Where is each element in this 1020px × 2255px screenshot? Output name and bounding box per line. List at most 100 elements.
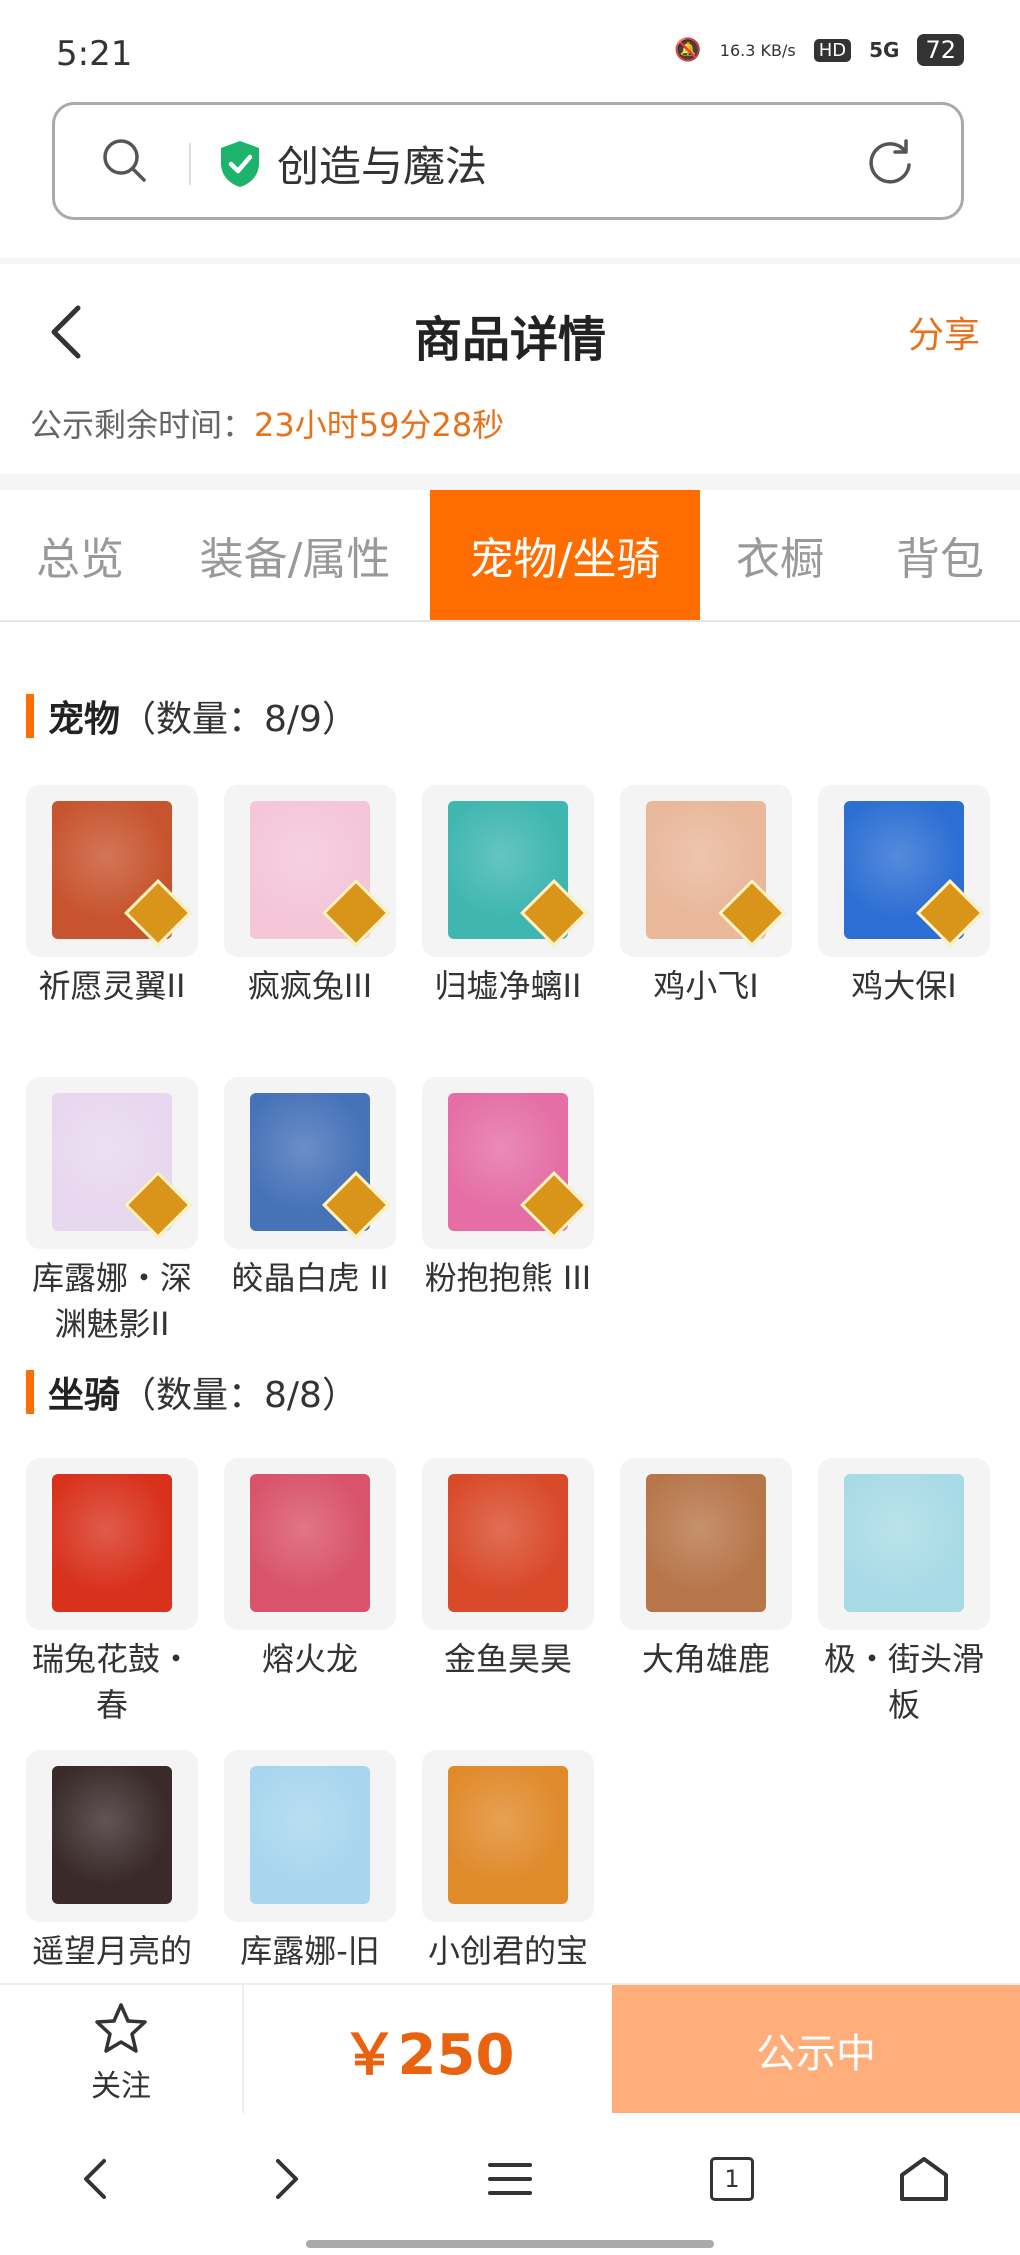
item-name: 疯疯兔III — [247, 967, 373, 1005]
item-thumbnail[interactable] — [818, 1458, 990, 1630]
section-heading: 坐骑 — [48, 1375, 121, 1416]
item-name: 小创君的宝 — [427, 1932, 588, 1970]
tab-bar: 总览 装备/属性 宠物/坐骑 衣橱 背包 — [0, 490, 1020, 622]
signal-label: 5G — [869, 38, 900, 62]
page-header: 商品详情 分享 公示剩余时间：23小时59分28秒 — [0, 264, 1020, 474]
tab-count: 1 — [710, 2157, 754, 2201]
list-item[interactable]: 大角雄鹿 — [620, 1458, 792, 1682]
list-item[interactable]: 小创君的宝 — [422, 1750, 594, 1974]
reload-icon[interactable] — [865, 137, 915, 187]
item-name: 祈愿灵翼II — [38, 967, 186, 1005]
list-item[interactable]: 瑞兔花鼓・春 — [26, 1458, 198, 1728]
tab-backpack[interactable]: 背包 — [860, 490, 1020, 620]
list-item[interactable]: 皎晶白虎 II — [224, 1077, 396, 1301]
item-thumbnail[interactable] — [224, 1458, 396, 1630]
list-item[interactable]: 金鱼昊昊 — [422, 1458, 594, 1682]
gesture-bar — [306, 2240, 714, 2248]
item-thumbnail[interactable] — [422, 785, 594, 957]
item-name: 大角雄鹿 — [641, 1640, 770, 1678]
battery-badge: 72 — [917, 34, 964, 66]
item-name: 归墟净螭II — [434, 967, 582, 1005]
hd-badge: HD — [813, 38, 852, 62]
item-thumbnail[interactable] — [620, 1458, 792, 1630]
item-name: 极・街头滑板 — [823, 1640, 984, 1724]
item-image — [448, 1766, 568, 1904]
page-title: 商品详情 — [413, 312, 606, 368]
back-icon[interactable] — [66, 2149, 126, 2209]
item-image — [52, 1766, 172, 1904]
star-icon — [95, 2003, 147, 2053]
item-thumbnail[interactable] — [26, 1750, 198, 1922]
item-image — [844, 1474, 964, 1612]
list-item[interactable]: 熔火龙 — [224, 1458, 396, 1682]
menu-icon[interactable] — [480, 2149, 540, 2209]
item-thumbnail[interactable] — [224, 1077, 396, 1249]
list-item[interactable]: 库露娜・深渊魅影II — [26, 1077, 198, 1347]
share-button[interactable]: 分享 — [908, 306, 980, 358]
item-name: 皎晶白虎 II — [231, 1259, 389, 1297]
item-image — [250, 1766, 370, 1904]
countdown: 公示剩余时间：23小时59分28秒 — [30, 400, 504, 446]
item-name: 鸡小飞I — [653, 967, 759, 1005]
list-item[interactable]: 归墟净螭II — [422, 785, 594, 1009]
list-item[interactable]: 库露娜-旧 — [224, 1750, 396, 1974]
status-time: 5:21 — [56, 34, 133, 74]
item-name: 遥望月亮的 — [31, 1932, 192, 1970]
item-thumbnail[interactable] — [422, 1458, 594, 1630]
section-count: （数量：8/9） — [120, 699, 358, 740]
item-name: 瑞兔花鼓・春 — [31, 1640, 192, 1724]
section-heading: 宠物 — [48, 699, 121, 740]
item-name: 粉抱抱熊 III — [424, 1259, 592, 1297]
list-item[interactable]: 粉抱抱熊 III — [422, 1077, 594, 1301]
home-icon[interactable] — [894, 2149, 954, 2209]
search-icon[interactable] — [101, 137, 147, 183]
item-thumbnail[interactable] — [224, 1750, 396, 1922]
tab-wardrobe[interactable]: 衣橱 — [700, 490, 860, 620]
countdown-value: 23小时59分28秒 — [254, 406, 505, 444]
follow-label: 关注 — [91, 2069, 151, 2104]
item-name: 金鱼昊昊 — [443, 1640, 572, 1678]
list-item[interactable]: 鸡大保I — [818, 785, 990, 1009]
forward-icon[interactable] — [256, 2149, 316, 2209]
item-thumbnail[interactable] — [818, 785, 990, 957]
item-name: 鸡大保I — [851, 967, 957, 1005]
section-marker — [26, 694, 34, 738]
item-image — [250, 1474, 370, 1612]
address-bar[interactable]: 创造与魔法 — [52, 102, 964, 220]
shield-check-icon — [221, 141, 259, 187]
site-name[interactable]: 创造与魔法 — [277, 133, 487, 194]
item-thumbnail[interactable] — [422, 1077, 594, 1249]
tab-overview[interactable]: 总览 — [0, 490, 160, 620]
item-thumbnail[interactable] — [26, 785, 198, 957]
price: ￥250 — [341, 2022, 515, 2088]
item-thumbnail[interactable] — [26, 1077, 198, 1249]
list-item[interactable]: 鸡小飞I — [620, 785, 792, 1009]
status-bar: 5:21 🔕 16.3 KB/s HD 5G 72 — [0, 0, 1020, 100]
item-name: 熔火龙 — [261, 1640, 358, 1678]
mounts-section-title: 坐骑 （数量：8/8） — [26, 1366, 358, 1418]
tab-pets-mounts[interactable]: 宠物/坐骑 — [430, 490, 700, 620]
item-thumbnail[interactable] — [422, 1750, 594, 1922]
section-count: （数量：8/8） — [120, 1375, 358, 1416]
net-speed: 16.3 KB/s — [719, 40, 796, 60]
item-thumbnail[interactable] — [224, 785, 396, 957]
address-separator — [189, 143, 191, 185]
item-image — [52, 1474, 172, 1612]
list-item[interactable]: 祈愿灵翼II — [26, 785, 198, 1009]
item-image — [448, 1474, 568, 1612]
list-item[interactable]: 疯疯兔III — [224, 785, 396, 1009]
follow-button[interactable]: 关注 — [0, 1985, 244, 2115]
purchase-bar: 关注 ￥250 公示中 — [0, 1983, 1020, 2115]
list-item[interactable]: 遥望月亮的 — [26, 1750, 198, 1974]
item-thumbnail[interactable] — [620, 785, 792, 957]
item-name: 库露娜・深渊魅影II — [31, 1259, 192, 1343]
list-item[interactable]: 极・街头滑板 — [818, 1458, 990, 1728]
item-thumbnail[interactable] — [26, 1458, 198, 1630]
browser-nav-bar: 1 — [0, 2113, 1020, 2255]
tabs-count-button[interactable]: 1 — [702, 2149, 762, 2209]
publicity-status-button[interactable]: 公示中 — [612, 1985, 1020, 2115]
tab-equipment[interactable]: 装备/属性 — [160, 490, 430, 620]
item-image — [646, 1474, 766, 1612]
mute-icon: 🔕 — [674, 37, 702, 63]
status-icons: 🔕 16.3 KB/s HD 5G 72 — [674, 34, 964, 66]
